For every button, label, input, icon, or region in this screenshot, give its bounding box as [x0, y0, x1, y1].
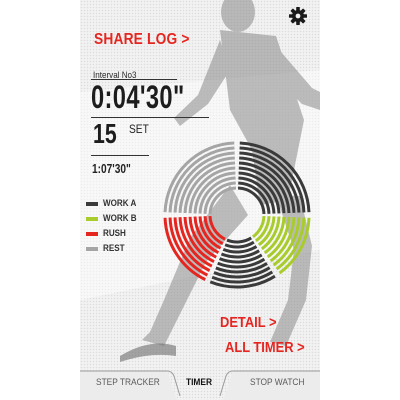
ring-segment-rush: [163, 215, 226, 281]
tab-timer[interactable]: TIMER: [186, 377, 212, 388]
tab-stop-watch[interactable]: STOP WATCH: [250, 377, 305, 388]
tab-step-tracker[interactable]: STEP TRACKER: [96, 377, 160, 388]
ring-arc: [239, 151, 301, 213]
ring-arc: [226, 236, 253, 244]
bottom-tab-bar: STEP TRACKER TIMER STOP WATCH: [80, 365, 320, 400]
ring-arc: [173, 151, 235, 213]
all-timer-link[interactable]: ALL TIMER >: [225, 339, 305, 356]
timer-screen: SHARE LOG > Interval No3 0:04'30" 15 SET…: [80, 0, 320, 400]
detail-link[interactable]: DETAIL >: [220, 314, 277, 331]
ring-segment-work-b: [251, 215, 311, 275]
ring-segment-rest: [163, 141, 237, 215]
ring-segment-work-a: [237, 141, 311, 215]
